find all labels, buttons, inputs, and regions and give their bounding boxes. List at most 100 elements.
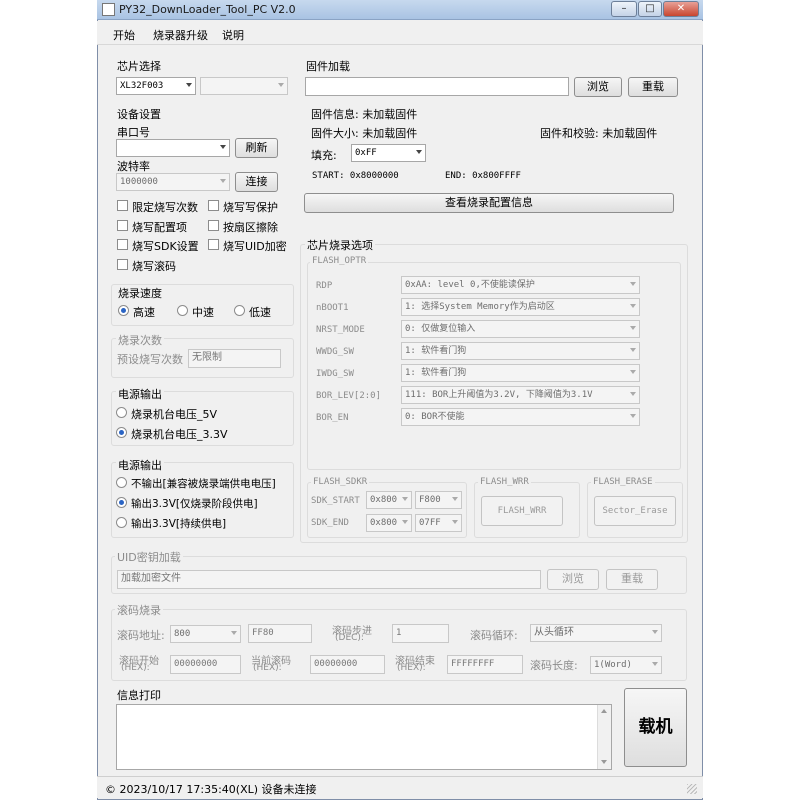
flash-erase-title: FLASH_ERASE <box>591 477 655 487</box>
menu-help[interactable]: 说明 <box>222 27 244 43</box>
firmware-reload-button[interactable]: 重载 <box>628 77 678 97</box>
connect-button[interactable]: 连接 <box>235 172 278 192</box>
firmware-title: 固件加载 <box>306 60 350 73</box>
speed-high-label: 高速 <box>133 306 155 319</box>
rolling-loop-select[interactable]: 从头循环 <box>530 624 662 642</box>
rolling-step-input[interactable]: 1 <box>392 624 449 643</box>
power-burn-only-radio[interactable] <box>116 497 127 508</box>
rolling-code-checkbox[interactable] <box>117 259 128 270</box>
rolling-code-label: 烧写滚码 <box>132 260 176 273</box>
rolling-length-select[interactable]: 1(Word) <box>590 656 662 674</box>
power-3v3-label: 烧录机台电压_3.3V <box>131 428 228 441</box>
refresh-button[interactable]: 刷新 <box>235 138 278 158</box>
bor-en-label: BOR_EN <box>316 413 349 423</box>
uid-title: UID密钥加载 <box>115 549 183 565</box>
menu-start[interactable]: 开始 <box>113 27 135 43</box>
power-level-title: 电源输出 <box>116 386 164 402</box>
status-text: © 2023/10/17 17:35:40(XL) 设备未连接 <box>105 783 317 796</box>
log-title: 信息打印 <box>117 689 161 702</box>
firmware-browse-button[interactable]: 浏览 <box>574 77 622 97</box>
sdk-checkbox[interactable] <box>117 239 128 250</box>
power-3v3-radio[interactable] <box>116 427 127 438</box>
nrst-mode-label: NRST_MODE <box>316 325 365 335</box>
view-config-button[interactable]: 查看烧录配置信息 <box>304 193 674 213</box>
firmware-start: START: 0x8000000 <box>312 171 399 181</box>
maximize-button[interactable]: □ <box>638 1 662 17</box>
write-protect-checkbox[interactable] <box>208 200 219 211</box>
sector-erase-checkbox[interactable] <box>208 220 219 231</box>
config-label: 烧写配置项 <box>132 221 187 234</box>
speed-low-radio[interactable] <box>234 305 245 316</box>
load-button[interactable]: 载机 <box>624 688 687 767</box>
close-button[interactable]: ✕ <box>663 1 699 17</box>
fill-value: 0xFF <box>355 148 377 158</box>
rolling-addr-label: 滚码地址: <box>117 629 165 642</box>
fill-select[interactable]: 0xFF <box>351 144 426 162</box>
nrst-mode-select[interactable]: 0: 仅做复位输入 <box>401 320 640 338</box>
sdk-start-select[interactable]: F800 <box>415 491 462 509</box>
uid-browse-button[interactable]: 浏览 <box>547 569 599 590</box>
resize-grip-icon[interactable] <box>687 784 697 794</box>
chevron-down-icon <box>630 414 636 418</box>
minimize-button[interactable]: – <box>611 1 637 17</box>
power-continuous-radio[interactable] <box>116 517 127 528</box>
rolling-start-input[interactable]: 00000000 <box>170 655 241 674</box>
menu-programmer-upgrade[interactable]: 烧录器升级 <box>153 27 208 43</box>
bor-lev-select[interactable]: 111: BOR上升阈值为3.2V, 下降阈值为3.1V <box>401 386 640 404</box>
chevron-down-icon <box>402 497 408 501</box>
sdk-end-label: SDK_END <box>311 518 349 528</box>
rdp-select[interactable]: 0xAA: level 0,不使能读保护 <box>401 276 640 294</box>
rolling-current-input[interactable]: 00000000 <box>310 655 385 674</box>
speed-mid-radio[interactable] <box>177 305 188 316</box>
rolling-addr-select[interactable]: 800 <box>170 625 241 643</box>
power-5v-radio[interactable] <box>116 407 127 418</box>
count-title: 烧录次数 <box>116 332 164 348</box>
speed-mid-label: 中速 <box>192 306 214 319</box>
sdk-label: 烧写SDK设置 <box>132 240 199 253</box>
chevron-down-icon <box>416 150 422 154</box>
sdk-end-prefix-select[interactable]: 0x800 <box>366 514 412 532</box>
flash-wrr-button[interactable]: FLASH_WRR <box>481 496 563 526</box>
rolling-loop-value: 从头循环 <box>534 627 574 638</box>
config-checkbox[interactable] <box>117 220 128 231</box>
chip-model-select[interactable]: XL32F003 <box>116 77 196 95</box>
power-none-radio[interactable] <box>116 477 127 488</box>
rolling-end-input[interactable]: FFFFFFFF <box>447 655 523 674</box>
wwdg-sw-select[interactable]: 1: 软件看门狗 <box>401 342 640 360</box>
chevron-down-icon <box>630 370 636 374</box>
bor-lev-value: 111: BOR上升阈值为3.2V, 下降阈值为3.1V <box>405 390 593 400</box>
rolling-addr-hex-input[interactable]: FF80 <box>248 624 312 643</box>
sdk-end-select[interactable]: 07FF <box>415 514 462 532</box>
nboot1-select[interactable]: 1: 选择System Memory作为启动区 <box>401 298 640 316</box>
uid-reload-button[interactable]: 重载 <box>606 569 658 590</box>
chevron-down-icon <box>630 304 636 308</box>
chevron-down-icon <box>630 348 636 352</box>
nboot1-value: 1: 选择System Memory作为启动区 <box>405 302 555 312</box>
sdk-start-label: SDK_START <box>311 496 360 506</box>
menu-bar: 开始 烧录器升级 说明 <box>97 21 703 45</box>
port-select[interactable] <box>116 139 230 157</box>
chevron-down-icon <box>402 520 408 524</box>
sdk-start-prefix-select[interactable]: 0x800 <box>366 491 412 509</box>
chevron-down-icon <box>186 83 192 87</box>
iwdg-sw-select[interactable]: 1: 软件看门狗 <box>401 364 640 382</box>
uid-encrypt-checkbox[interactable] <box>208 239 219 250</box>
firmware-info: 固件信息: 未加载固件 <box>311 108 418 121</box>
wwdg-sw-label: WWDG_SW <box>316 347 354 357</box>
baud-select[interactable]: 1000000 <box>116 173 230 191</box>
speed-title: 烧录速度 <box>116 285 164 301</box>
log-textarea[interactable] <box>116 704 612 770</box>
chip-sub-select[interactable] <box>200 77 288 95</box>
uid-path-input[interactable]: 加载加密文件 <box>117 570 541 589</box>
count-input[interactable]: 无限制 <box>188 349 281 368</box>
bor-en-select[interactable]: 0: BOR不使能 <box>401 408 640 426</box>
speed-high-radio[interactable] <box>118 305 129 316</box>
log-scrollbar[interactable] <box>597 705 611 769</box>
chevron-down-icon <box>652 662 658 666</box>
limit-count-checkbox[interactable] <box>117 200 128 211</box>
rolling-code-title: 滚码烧录 <box>115 602 163 618</box>
firmware-path-input[interactable] <box>305 77 569 96</box>
power-burn-only-label: 输出3.3V[仅烧录阶段供电] <box>131 498 258 510</box>
sector-erase-button[interactable]: Sector_Erase <box>594 496 676 526</box>
window-title: PY32_DownLoader_Tool_PC V2.0 <box>119 3 296 16</box>
